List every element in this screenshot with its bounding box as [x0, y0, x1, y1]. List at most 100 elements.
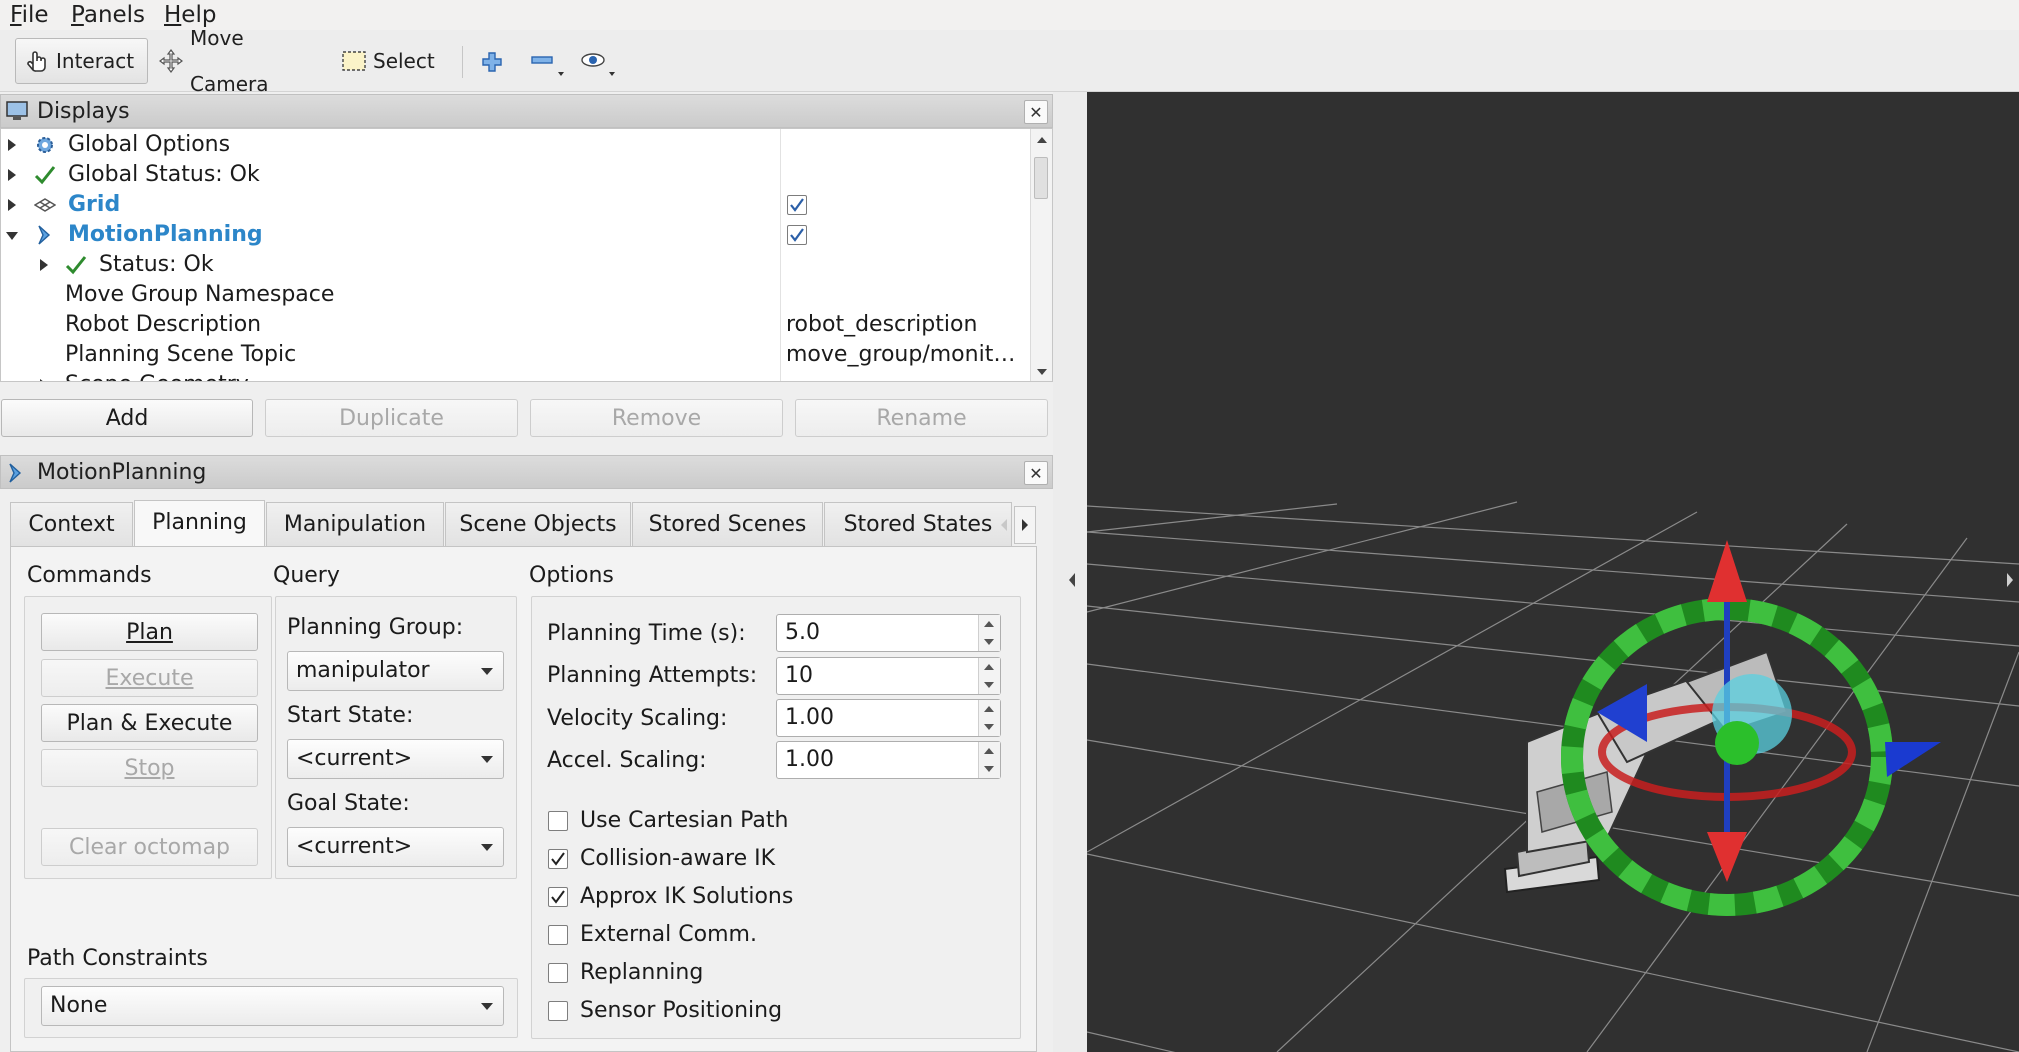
stop-button[interactable]: Stop	[41, 749, 258, 787]
spin-down-icon	[984, 682, 994, 688]
tree-row-motion-planning[interactable]: MotionPlanning	[1, 220, 1031, 250]
path-constraints-title: Path Constraints	[27, 946, 208, 971]
spinbox-arrows[interactable]	[978, 742, 1000, 778]
planning-time-label: Planning Time (s):	[547, 621, 746, 646]
spinbox-arrows[interactable]	[978, 658, 1000, 694]
tab-scroll-left-icon[interactable]	[995, 508, 1013, 542]
gear-icon	[34, 134, 56, 156]
spin-up-icon	[984, 706, 994, 712]
displays-scrollbar[interactable]	[1030, 129, 1052, 381]
scroll-up-icon[interactable]	[1036, 135, 1048, 145]
menu-panels[interactable]: Panels	[71, 0, 145, 30]
tree-row-move-group-namespace[interactable]: Move Group Namespace	[1, 280, 1031, 310]
displays-panel-header: Displays ✕	[0, 94, 1053, 128]
spin-up-icon	[984, 664, 994, 670]
goal-state-select[interactable]: <current>	[287, 827, 504, 867]
checkbox-box[interactable]	[548, 963, 568, 983]
tree-row-scene-geometry[interactable]: Scene Geometry	[1, 370, 1031, 381]
spin-up-icon	[984, 621, 994, 627]
planning-time-spinbox[interactable]: 5.0	[776, 614, 1001, 652]
tree-row-grid[interactable]: Grid	[1, 190, 1031, 220]
planning-attempts-spinbox[interactable]: 10	[776, 657, 1001, 695]
clear-octomap-button[interactable]: Clear octomap	[41, 828, 258, 866]
tree-row-planning-scene-topic[interactable]: Planning Scene Topic move_group/monit…	[1, 340, 1031, 370]
start-state-select[interactable]: <current>	[287, 739, 504, 779]
toolbar: Interact Move Camera Select	[0, 26, 2019, 96]
chevron-down-icon	[481, 844, 493, 851]
check-icon	[34, 164, 56, 186]
grid-enabled-checkbox[interactable]	[787, 195, 807, 215]
expand-arrow-icon[interactable]	[8, 169, 16, 181]
expand-arrow-icon[interactable]	[40, 259, 48, 271]
chevron-down-icon	[481, 756, 493, 763]
scrollbar-thumb[interactable]	[1034, 157, 1048, 199]
checkbox-box[interactable]	[548, 1001, 568, 1021]
move-camera-icon	[158, 48, 184, 74]
spin-down-icon	[984, 766, 994, 772]
tree-row-global-status[interactable]: Global Status: Ok	[1, 160, 1031, 190]
tree-row-global-options[interactable]: Global Options	[1, 130, 1031, 160]
motion-planning-enabled-checkbox[interactable]	[787, 225, 807, 245]
displays-tree: Global Options Global Status: Ok Grid Mo…	[0, 128, 1053, 382]
expand-arrow-icon[interactable]	[8, 199, 16, 211]
spinbox-arrows[interactable]	[978, 700, 1000, 736]
checkbox-box[interactable]	[548, 887, 568, 907]
velocity-scaling-spinbox[interactable]: 1.00	[776, 699, 1001, 737]
select-tool-button[interactable]: Select	[333, 38, 443, 84]
expand-arrow-icon[interactable]	[8, 139, 16, 151]
viewport-scene	[1087, 501, 2019, 1052]
plan-button[interactable]: Plan	[41, 613, 258, 651]
move-camera-tool-button[interactable]: Move Camera	[150, 26, 320, 96]
plus-icon[interactable]	[472, 44, 512, 80]
close-icon: ✕	[1029, 463, 1043, 483]
checkmark-icon	[551, 852, 565, 866]
tab-manipulation[interactable]: Manipulation	[266, 502, 444, 546]
checkbox-box[interactable]	[548, 811, 568, 831]
motion-planning-close-button[interactable]: ✕	[1024, 461, 1048, 485]
accel-scaling-label: Accel. Scaling:	[547, 748, 707, 773]
tree-row-status[interactable]: Status: Ok	[1, 250, 1031, 280]
displays-close-button[interactable]: ✕	[1024, 100, 1048, 124]
execute-button[interactable]: Execute	[41, 659, 258, 697]
tab-context[interactable]: Context	[10, 502, 133, 546]
tab-scene-objects[interactable]: Scene Objects	[445, 502, 631, 546]
chevron-down-icon	[481, 1003, 493, 1010]
displays-panel-title: Displays	[37, 99, 130, 124]
expand-arrow-icon[interactable]	[40, 379, 48, 381]
motion-planning-panel-title: MotionPlanning	[37, 460, 207, 485]
collapse-left-icon[interactable]	[1067, 572, 1077, 588]
tab-planning[interactable]: Planning	[134, 500, 265, 548]
checkbox-box[interactable]	[548, 849, 568, 869]
panel-splitter[interactable]	[1053, 92, 1087, 1052]
tab-stored-scenes[interactable]: Stored Scenes	[632, 502, 823, 546]
remove-display-button[interactable]: Remove	[530, 399, 783, 437]
path-constraints-select[interactable]: None	[41, 986, 504, 1026]
checkbox-box[interactable]	[548, 925, 568, 945]
spin-down-icon	[984, 724, 994, 730]
duplicate-display-button[interactable]: Duplicate	[265, 399, 518, 437]
3d-viewport[interactable]	[1087, 92, 2019, 1052]
interactive-marker	[1561, 540, 1941, 916]
spinbox-arrows[interactable]	[978, 615, 1000, 651]
goal-state-label: Goal State:	[287, 791, 410, 816]
monitor-icon	[5, 100, 29, 128]
close-icon: ✕	[1029, 102, 1043, 122]
interact-tool-button[interactable]: Interact	[15, 38, 148, 84]
scroll-down-icon[interactable]	[1036, 367, 1048, 377]
add-display-button[interactable]: Add	[1, 399, 253, 437]
menu-file[interactable]: File	[10, 0, 49, 30]
toolbar-separator	[462, 46, 463, 78]
collapse-arrow-icon[interactable]	[6, 232, 18, 240]
eye-icon[interactable]	[576, 44, 622, 80]
expand-right-icon[interactable]	[2005, 572, 2015, 588]
planning-group-select[interactable]: manipulator	[287, 651, 504, 691]
tab-scroll-right-button[interactable]	[1014, 506, 1036, 544]
accel-scaling-spinbox[interactable]: 1.00	[776, 741, 1001, 779]
minus-icon[interactable]	[525, 44, 571, 80]
tab-stored-states[interactable]: Stored States	[824, 502, 1012, 546]
motion-planning-icon	[34, 224, 56, 246]
motion-planning-icon	[5, 462, 27, 490]
tree-row-robot-description[interactable]: Robot Description robot_description	[1, 310, 1031, 340]
rename-display-button[interactable]: Rename	[795, 399, 1048, 437]
plan-and-execute-button[interactable]: Plan & Execute	[41, 704, 258, 742]
